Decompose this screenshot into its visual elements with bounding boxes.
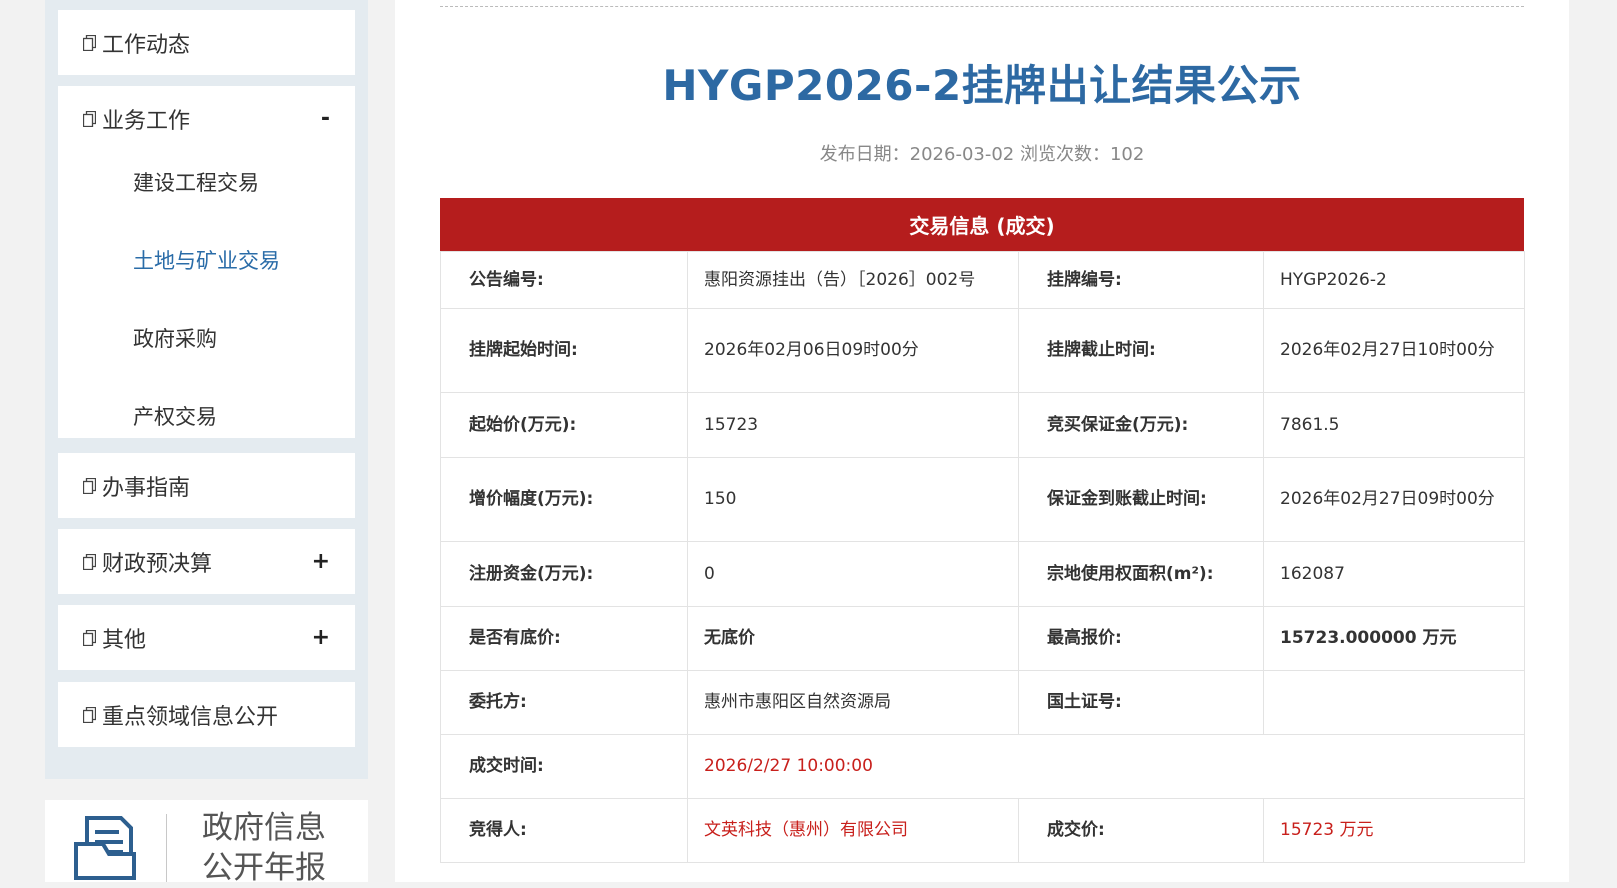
field-label: 保证金到账截止时间:	[1018, 457, 1264, 542]
field-label: 竞得人:	[440, 798, 688, 863]
report-document-icon	[74, 816, 136, 880]
field-label: 成交价:	[1018, 798, 1264, 863]
deal-time-value: 2026/2/27 10:00:00	[687, 734, 1525, 799]
field-label: 挂牌起始时间:	[440, 308, 688, 393]
expand-toggle[interactable]: +	[312, 549, 330, 574]
menu-item-budget[interactable]: 财政预决算 +	[58, 529, 355, 594]
field-value: 惠州市惠阳区自然资源局	[687, 670, 1019, 735]
field-value: 15723.000000 万元	[1263, 606, 1525, 671]
submenu-property-rights-trading[interactable]: 产权交易	[58, 377, 355, 455]
document-icon	[83, 629, 96, 646]
article-content: HYGP2026-2挂牌出让结果公示 发布日期：2026-03-02 浏览次数：…	[395, 0, 1569, 882]
field-value: 0	[687, 541, 1019, 607]
submenu-land-mining-trading[interactable]: 土地与矿业交易	[58, 221, 355, 299]
field-value: 150	[687, 457, 1019, 542]
menu-item-other[interactable]: 其他 +	[58, 605, 355, 670]
menu-item-label: 业务工作	[102, 108, 191, 134]
winner-value: 文英科技（惠州）有限公司	[687, 798, 1019, 863]
collapse-toggle[interactable]: -	[321, 106, 330, 131]
menu-item-business[interactable]: 业务工作 -	[58, 86, 355, 151]
document-icon	[83, 706, 96, 723]
document-icon	[83, 34, 96, 51]
field-value: 2026年02月06日09时00分	[687, 308, 1019, 393]
menu-item-label: 办事指南	[102, 475, 191, 501]
menu-group-guide: 办事指南	[58, 453, 355, 518]
menu-item-key-areas[interactable]: 重点领域信息公开	[58, 682, 355, 747]
table-row: 委托方: 惠州市惠阳区自然资源局 国土证号:	[440, 670, 1525, 735]
field-label: 委托方:	[440, 670, 688, 735]
field-label: 起始价(万元):	[440, 392, 688, 458]
field-value: 162087	[1263, 541, 1525, 607]
menu-item-label: 其他	[102, 627, 147, 653]
divider	[166, 814, 167, 882]
table-row: 挂牌起始时间: 2026年02月06日09时00分 挂牌截止时间: 2026年0…	[440, 308, 1525, 393]
field-label: 注册资金(万元):	[440, 541, 688, 607]
table-row: 注册资金(万元): 0 宗地使用权面积(m²): 162087	[440, 541, 1525, 607]
menu-group-other: 其他 +	[58, 605, 355, 670]
table-row: 公告编号: 惠阳资源挂出（告）［2026］002号 挂牌编号: HYGP2026…	[440, 251, 1525, 309]
submenu-government-procurement[interactable]: 政府采购	[58, 299, 355, 377]
table-banner: 交易信息 (成交)	[440, 198, 1524, 251]
document-icon	[83, 477, 96, 494]
field-label: 最高报价:	[1018, 606, 1264, 671]
menu-group-work-news: 工作动态	[58, 10, 355, 75]
deal-price-value: 15723 万元	[1263, 798, 1525, 863]
document-icon	[83, 553, 96, 570]
article-meta: 发布日期：2026-03-02 浏览次数：102	[395, 140, 1569, 166]
document-icon	[83, 110, 96, 127]
field-label: 是否有底价:	[440, 606, 688, 671]
menu-item-guide[interactable]: 办事指南	[58, 453, 355, 518]
field-value: 无底价	[687, 606, 1019, 671]
field-label: 公告编号:	[440, 251, 688, 309]
menu-item-label: 工作动态	[102, 32, 191, 58]
field-label: 增价幅度(万元):	[440, 457, 688, 542]
menu-group-budget: 财政预决算 +	[58, 529, 355, 594]
field-value: 7861.5	[1263, 392, 1525, 458]
field-value: 2026年02月27日10时00分	[1263, 308, 1525, 393]
field-value: 惠阳资源挂出（告）［2026］002号	[687, 251, 1019, 309]
annual-report-label: 政府信息 公开年报	[202, 810, 326, 886]
table-row: 起始价(万元): 15723 竞买保证金(万元): 7861.5	[440, 392, 1525, 458]
page-title: HYGP2026-2挂牌出让结果公示	[662, 61, 1302, 110]
field-value: 2026年02月27日09时00分	[1263, 457, 1525, 542]
field-value: HYGP2026-2	[1263, 251, 1525, 309]
field-value	[1263, 670, 1525, 735]
menu-item-work-news[interactable]: 工作动态	[58, 10, 355, 75]
menu-group-business: 业务工作 - 建设工程交易 土地与矿业交易 政府采购 产权交易	[58, 86, 355, 438]
annual-report-link[interactable]: 政府信息 公开年报	[45, 800, 368, 886]
table-row: 竞得人: 文英科技（惠州）有限公司 成交价: 15723 万元	[440, 798, 1525, 863]
view-count: 102	[1109, 144, 1145, 165]
table-row: 增价幅度(万元): 150 保证金到账截止时间: 2026年02月27日09时0…	[440, 457, 1525, 542]
divider	[440, 6, 1524, 7]
field-label: 国土证号:	[1018, 670, 1264, 735]
transaction-info-table: 公告编号: 惠阳资源挂出（告）［2026］002号 挂牌编号: HYGP2026…	[440, 251, 1525, 863]
sidebar-nav: 工作动态 业务工作 - 建设工程交易 土地与矿业交易 政府采购 产权交易 办事指…	[45, 0, 368, 779]
field-label: 挂牌编号:	[1018, 251, 1264, 309]
table-row: 成交时间: 2026/2/27 10:00:00	[440, 734, 1525, 799]
field-value: 15723	[687, 392, 1019, 458]
field-label: 竞买保证金(万元):	[1018, 392, 1264, 458]
menu-item-label: 重点领域信息公开	[102, 704, 279, 730]
submenu-construction-trading[interactable]: 建设工程交易	[58, 143, 355, 221]
view-count-label: 浏览次数：	[1019, 144, 1110, 165]
field-label: 成交时间:	[440, 734, 688, 799]
expand-toggle[interactable]: +	[312, 625, 330, 650]
field-label: 挂牌截止时间:	[1018, 308, 1264, 393]
menu-group-key-areas: 重点领域信息公开	[58, 682, 355, 747]
field-label: 宗地使用权面积(m²):	[1018, 541, 1264, 607]
menu-item-label: 财政预决算	[102, 551, 213, 577]
publish-date-label: 发布日期：	[819, 144, 910, 165]
table-row: 是否有底价: 无底价 最高报价: 15723.000000 万元	[440, 606, 1525, 671]
publish-date: 2026-03-02	[909, 144, 1015, 165]
